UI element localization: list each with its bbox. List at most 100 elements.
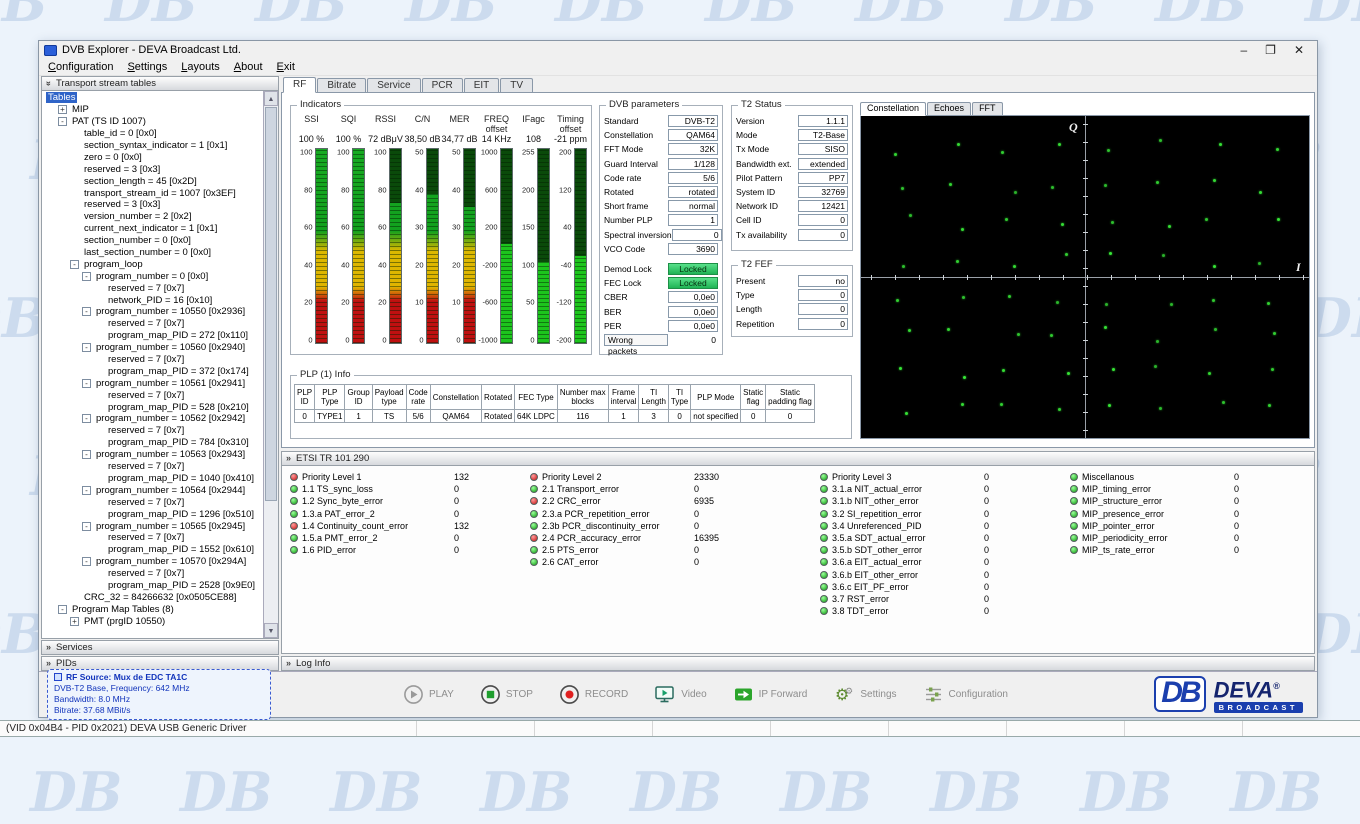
menu-exit[interactable]: Exit <box>270 60 302 74</box>
tab-pcr[interactable]: PCR <box>422 78 463 92</box>
tree-item[interactable]: program_map_PID = 1296 [0x510] <box>43 508 262 520</box>
tree-item[interactable]: Tables <box>43 92 262 104</box>
tree-item-label[interactable]: PMT (prgID 10550) <box>82 616 167 627</box>
tree-collapse-icon[interactable]: - <box>82 522 91 531</box>
tree-item[interactable]: last_section_number = 0 [0x0] <box>43 247 262 259</box>
tree-item[interactable]: reserved = 7 [0x7] <box>43 282 262 294</box>
tree-item-label[interactable]: program_number = 10560 [0x2940] <box>94 342 247 353</box>
tree-item[interactable]: +PMT (prgID 10550) <box>43 615 262 627</box>
menu-layouts[interactable]: Layouts <box>174 60 227 74</box>
tree-collapse-icon[interactable]: - <box>58 117 67 126</box>
tree-item[interactable]: current_next_indicator = 1 [0x1] <box>43 223 262 235</box>
tree-item[interactable]: -program_number = 10550 [0x2936] <box>43 306 262 318</box>
tree-item[interactable]: -program_number = 10564 [0x2944] <box>43 484 262 496</box>
tree-item-label[interactable]: reserved = 7 [0x7] <box>106 461 186 472</box>
video-button[interactable]: Video <box>654 684 706 705</box>
tree-item[interactable]: -program_number = 10563 [0x2943] <box>43 449 262 461</box>
tree-item-label[interactable]: program_map_PID = 528 [0x210] <box>106 402 251 413</box>
tree-collapse-icon[interactable]: - <box>82 486 91 495</box>
tree-item[interactable]: network_PID = 16 [0x10] <box>43 294 262 306</box>
tree-item-label[interactable]: reserved = 3 [0x3] <box>82 164 162 175</box>
tree-collapse-icon[interactable]: - <box>82 307 91 316</box>
close-button[interactable]: ✕ <box>1294 43 1304 57</box>
tree-item[interactable]: -Program Map Tables (8) <box>43 603 262 615</box>
tree-item-label[interactable]: program_map_PID = 1296 [0x510] <box>106 509 256 520</box>
expand-right-icon[interactable]: » <box>286 659 291 668</box>
tab-fft[interactable]: FFT <box>972 102 1003 115</box>
tree-item[interactable]: reserved = 7 [0x7] <box>43 318 262 330</box>
tree-item[interactable]: section_length = 45 [0x2D] <box>43 175 262 187</box>
expand-right-icon[interactable]: » <box>286 454 291 463</box>
tree-item[interactable]: -program_number = 10561 [0x2941] <box>43 377 262 389</box>
tree-item[interactable]: +MIP <box>43 104 262 116</box>
tree-item-label[interactable]: Tables <box>46 92 77 103</box>
tree-item-label[interactable]: last_section_number = 0 [0x0] <box>82 247 213 258</box>
tree-item-label[interactable]: PAT (TS ID 1007) <box>70 116 148 127</box>
tree-item-label[interactable]: program_map_PID = 1040 [0x410] <box>106 473 256 484</box>
expand-right-icon[interactable]: » <box>46 643 51 652</box>
tree-item-label[interactable]: zero = 0 [0x0] <box>82 152 144 163</box>
tree-item[interactable]: program_map_PID = 2528 [0x9E0] <box>43 580 262 592</box>
tree-item-label[interactable]: MIP <box>70 104 91 115</box>
tree-item[interactable]: reserved = 7 [0x7] <box>43 496 262 508</box>
tree-item[interactable]: transport_stream_id = 1007 [0x3EF] <box>43 187 262 199</box>
tab-bitrate[interactable]: Bitrate <box>317 78 366 92</box>
tree-item-label[interactable]: reserved = 3 [0x3] <box>82 199 162 210</box>
tree-item[interactable]: program_map_PID = 528 [0x210] <box>43 401 262 413</box>
tab-tv[interactable]: TV <box>500 78 533 92</box>
tree-item[interactable]: -program_number = 0 [0x0] <box>43 270 262 282</box>
tree-item-label[interactable]: reserved = 7 [0x7] <box>106 318 186 329</box>
tree-item[interactable]: section_syntax_indicator = 1 [0x1] <box>43 140 262 152</box>
settings-button[interactable]: ⚙ ⚙ Settings <box>833 684 896 705</box>
tree-item-label[interactable]: network_PID = 16 [0x10] <box>106 295 214 306</box>
record-button[interactable]: RECORD <box>559 684 628 705</box>
tree-collapse-icon[interactable]: - <box>82 272 91 281</box>
tree-item-label[interactable]: current_next_indicator = 1 [0x1] <box>82 223 219 234</box>
tree-collapse-icon[interactable]: - <box>82 450 91 459</box>
services-section-header[interactable]: » Services <box>41 640 279 655</box>
tree-item-label[interactable]: table_id = 0 [0x0] <box>82 128 159 139</box>
stop-button[interactable]: STOP <box>480 684 533 705</box>
tree-item-label[interactable]: program_number = 10564 [0x2944] <box>94 485 247 496</box>
tree-item[interactable]: -program_number = 10562 [0x2942] <box>43 413 262 425</box>
tree-item-label[interactable]: version_number = 2 [0x2] <box>82 211 193 222</box>
tree-item-label[interactable]: reserved = 7 [0x7] <box>106 568 186 579</box>
tree-item[interactable]: -program_number = 10570 [0x294A] <box>43 556 262 568</box>
tree-item-label[interactable]: program_map_PID = 2528 [0x9E0] <box>106 580 257 591</box>
tree-item[interactable]: section_number = 0 [0x0] <box>43 235 262 247</box>
tree-item[interactable]: program_map_PID = 372 [0x174] <box>43 365 262 377</box>
tree-item[interactable]: program_map_PID = 272 [0x110] <box>43 330 262 342</box>
tree-item-label[interactable]: Program Map Tables (8) <box>70 604 176 615</box>
etsi-header[interactable]: » ETSI TR 101 290 <box>281 451 1315 466</box>
tree-item-label[interactable]: reserved = 7 [0x7] <box>106 497 186 508</box>
tab-echoes[interactable]: Echoes <box>927 102 971 115</box>
tree-collapse-icon[interactable]: - <box>82 414 91 423</box>
tree-item[interactable]: CRC_32 = 84266632 [0x0505CE88] <box>43 591 262 603</box>
tree-item[interactable]: table_id = 0 [0x0] <box>43 128 262 140</box>
tree-item[interactable]: program_map_PID = 784 [0x310] <box>43 437 262 449</box>
tab-eit[interactable]: EIT <box>464 78 500 92</box>
play-button[interactable]: PLAY <box>403 684 454 705</box>
tree-item-label[interactable]: program_number = 10562 [0x2942] <box>94 413 247 424</box>
tree-item-label[interactable]: reserved = 7 [0x7] <box>106 283 186 294</box>
tree-item[interactable]: reserved = 7 [0x7] <box>43 354 262 366</box>
tab-service[interactable]: Service <box>367 78 420 92</box>
tree-item-label[interactable]: section_syntax_indicator = 1 [0x1] <box>82 140 229 151</box>
tree-collapse-icon[interactable]: - <box>82 379 91 388</box>
scroll-down-icon[interactable]: ▼ <box>264 623 278 638</box>
log-info-header[interactable]: » Log Info <box>281 656 1315 671</box>
tree-scrollbar[interactable]: ▲ ▼ <box>263 91 278 638</box>
tree-item[interactable]: -program_number = 10560 [0x2940] <box>43 342 262 354</box>
tree-item[interactable]: -program_loop <box>43 258 262 270</box>
tree-item-label[interactable]: section_number = 0 [0x0] <box>82 235 193 246</box>
tree-collapse-icon[interactable]: - <box>58 605 67 614</box>
tree-item[interactable]: reserved = 7 [0x7] <box>43 532 262 544</box>
tree-item-label[interactable]: transport_stream_id = 1007 [0x3EF] <box>82 188 238 199</box>
tree-item-label[interactable]: program_map_PID = 272 [0x110] <box>106 330 250 341</box>
tree-item-label[interactable]: program_number = 10570 [0x294A] <box>94 556 248 567</box>
maximize-button[interactable]: ❐ <box>1265 43 1276 57</box>
menu-configuration[interactable]: Configuration <box>41 60 120 74</box>
tree-item-label[interactable]: program_number = 10565 [0x2945] <box>94 521 247 532</box>
tree-item-label[interactable]: program_map_PID = 784 [0x310] <box>106 437 251 448</box>
tree-item-label[interactable]: program_number = 0 [0x0] <box>94 271 210 282</box>
